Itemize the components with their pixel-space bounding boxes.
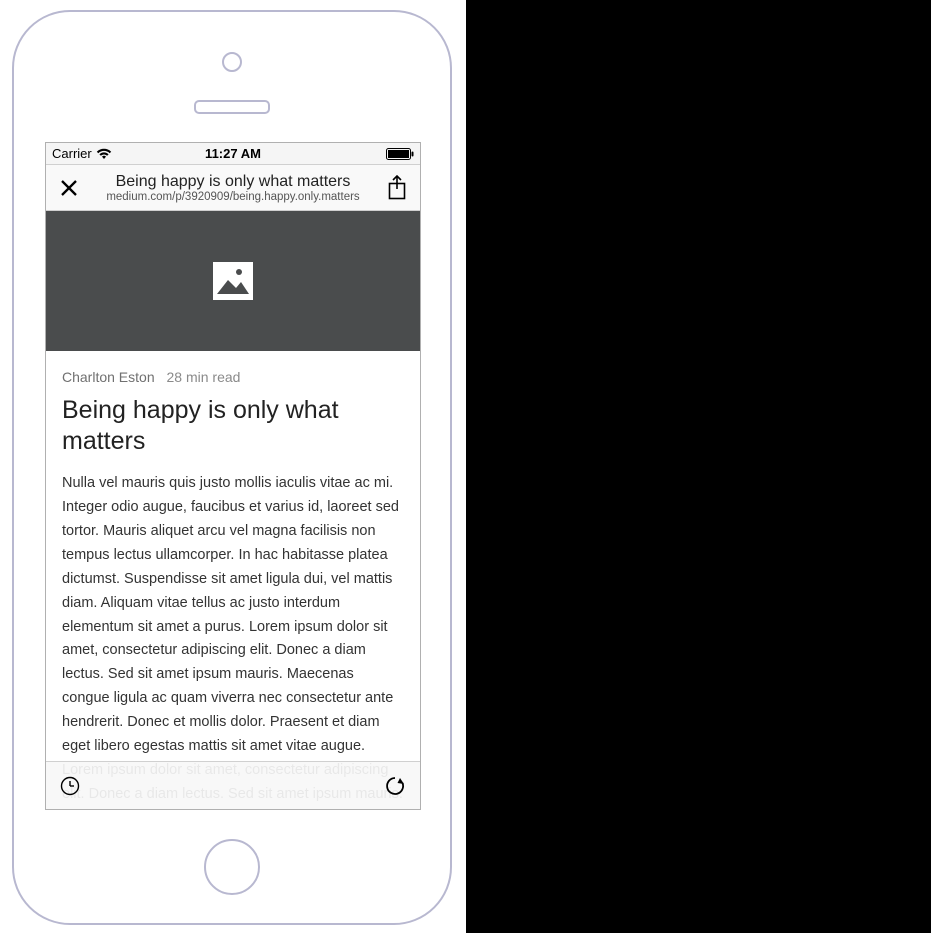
reload-button[interactable] [384, 775, 406, 797]
phone-frame: Carrier 11:27 AM [12, 10, 452, 925]
close-button[interactable] [52, 179, 86, 197]
author-name: Charlton Eston [62, 369, 155, 385]
image-placeholder-icon [213, 262, 253, 300]
read-time: 28 min read [167, 369, 241, 385]
carrier-label: Carrier [52, 146, 92, 161]
byline: Charlton Eston 28 min read [62, 369, 404, 385]
close-icon [60, 179, 78, 197]
content-scroll[interactable]: Charlton Eston 28 min read Being happy i… [46, 211, 420, 809]
share-button[interactable] [380, 175, 414, 201]
right-black-panel [466, 0, 931, 933]
article-headline: Being happy is only what matters [62, 395, 404, 456]
nav-title: Being happy is only what matters [86, 173, 380, 191]
article: Charlton Eston 28 min read Being happy i… [46, 351, 420, 809]
clock: 11:27 AM [205, 146, 261, 161]
wifi-icon [96, 148, 112, 160]
reload-icon [384, 775, 406, 797]
share-icon [387, 175, 407, 201]
nav-url: medium.com/p/3920909/being.happy.only.ma… [86, 191, 380, 203]
article-body: Nulla vel mauris quis justo mollis iacul… [62, 472, 404, 809]
clock-icon [60, 776, 80, 796]
status-bar: Carrier 11:27 AM [46, 143, 420, 165]
hero-image-placeholder [46, 211, 420, 351]
home-button[interactable] [204, 839, 260, 895]
screen: Carrier 11:27 AM [45, 142, 421, 810]
battery-icon [386, 148, 414, 160]
history-button[interactable] [60, 776, 80, 796]
nav-bar: Being happy is only what matters medium.… [46, 165, 420, 211]
camera-dot [222, 52, 242, 72]
earpiece [194, 100, 270, 114]
bottom-toolbar [46, 761, 420, 809]
